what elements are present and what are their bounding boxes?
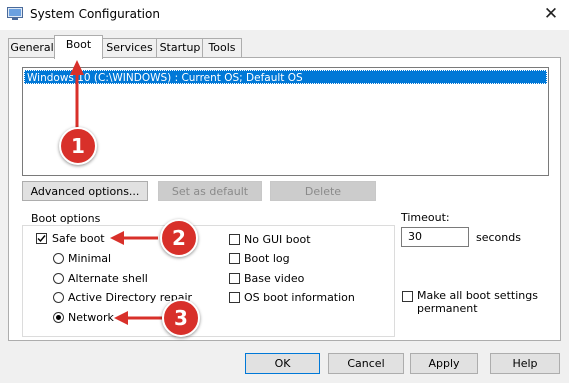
annotation-arrowhead-2 [110,231,124,245]
annotation-badge-2: 2 [160,219,198,257]
annotation-badge-3: 3 [162,299,200,337]
annotation-arrowhead-3 [114,311,128,325]
annotation-badge-1: 1 [59,127,97,165]
annotation-arrowhead-1 [70,60,84,75]
annotation-arrows [70,60,162,325]
